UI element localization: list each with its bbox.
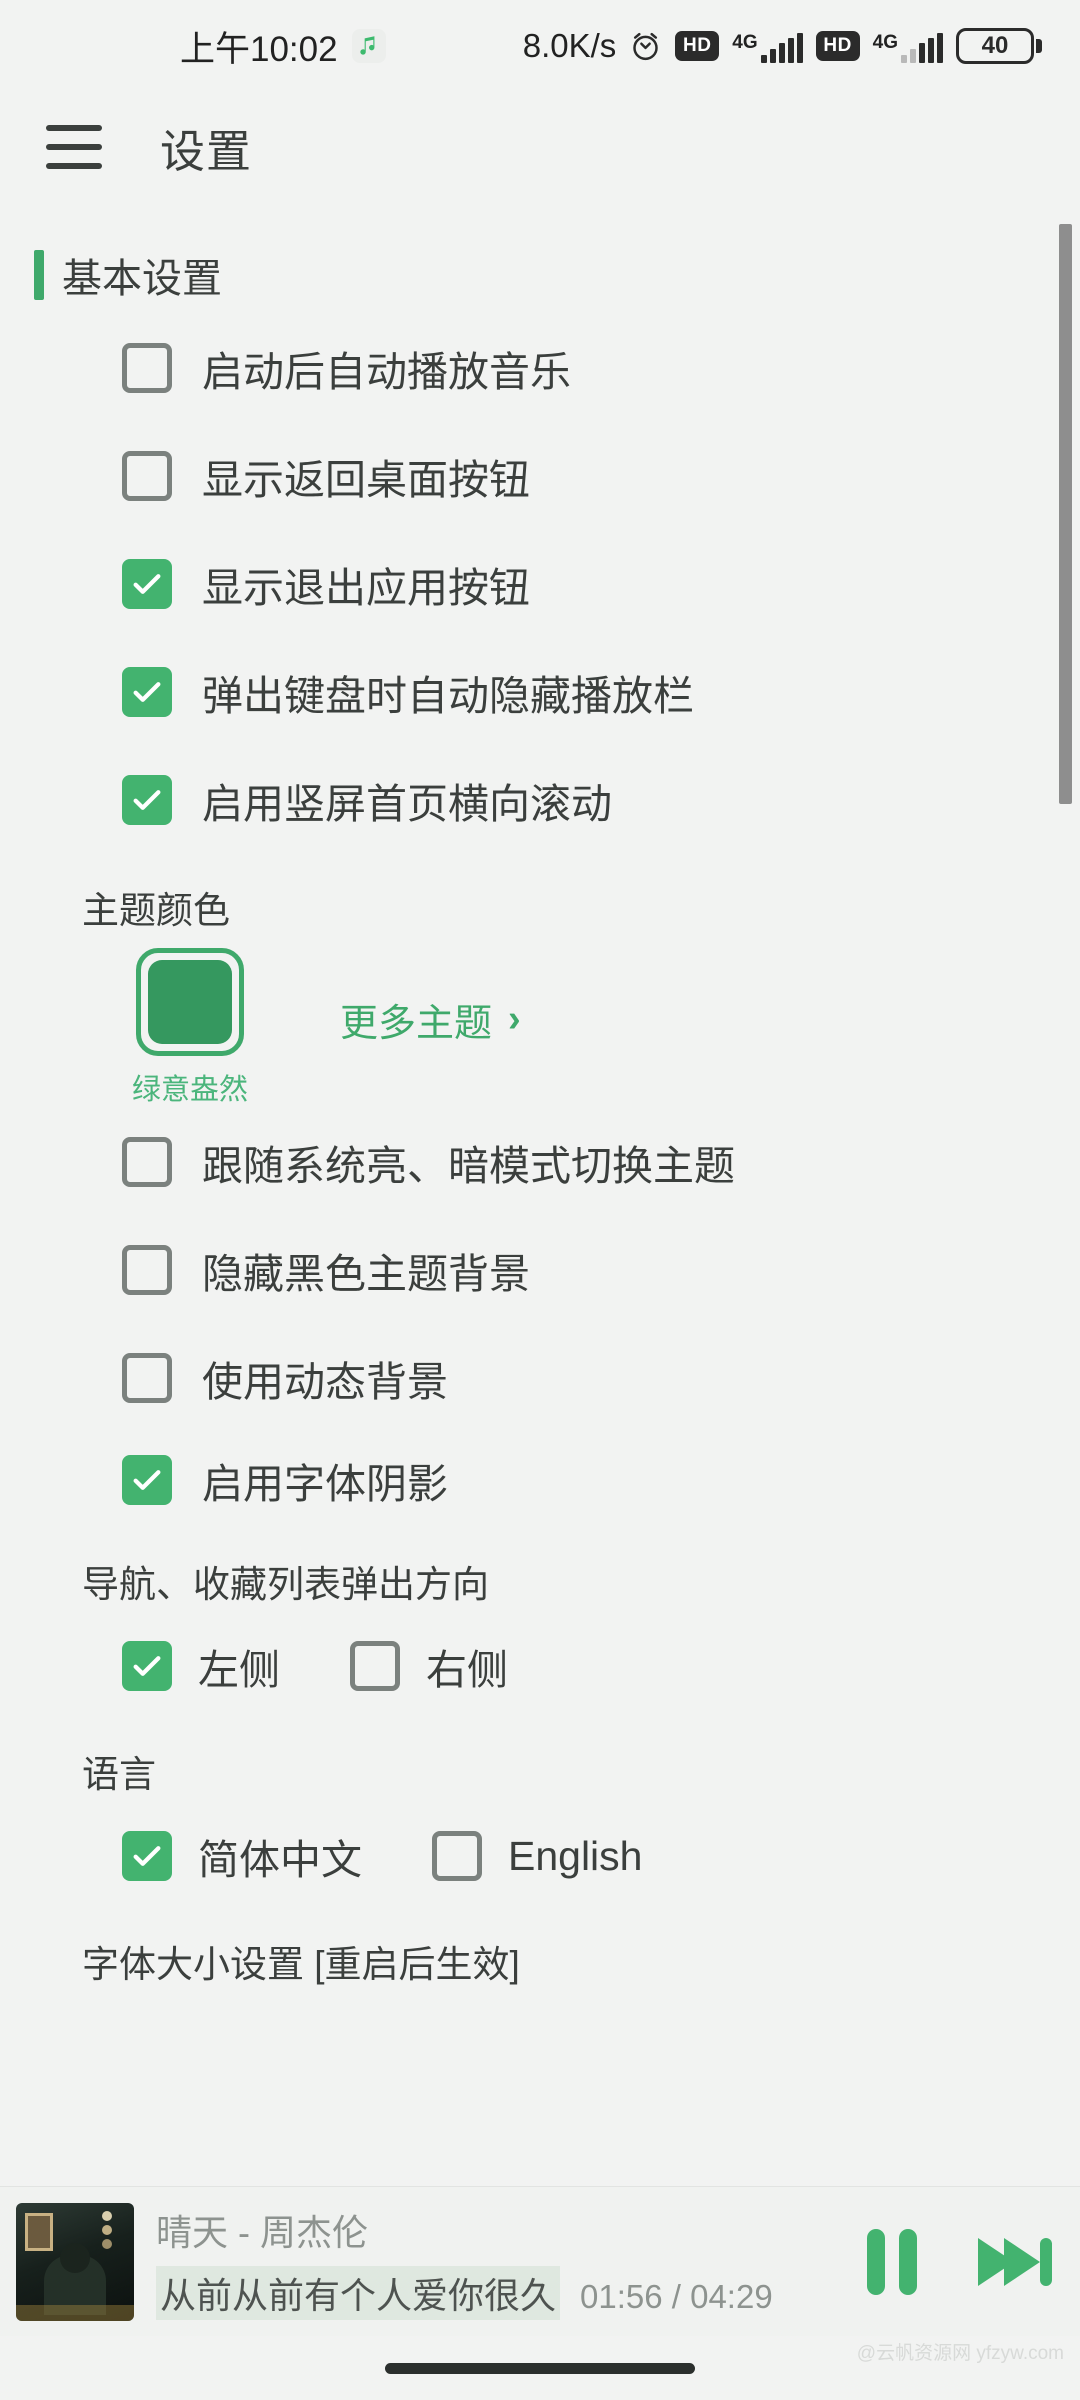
section-accent-bar xyxy=(34,250,44,300)
checkbox-checked-icon[interactable] xyxy=(122,559,172,609)
setting-row-autoplay[interactable]: 启动后自动播放音乐 xyxy=(0,314,1080,422)
option-language-english[interactable]: English xyxy=(432,1831,642,1881)
checkbox-unchecked-icon[interactable] xyxy=(122,1245,172,1295)
signal-sim1: 4G xyxy=(732,29,803,63)
setting-row-hide-playbar-on-keyboard[interactable]: 弹出键盘时自动隐藏播放栏 xyxy=(0,638,1080,746)
theme-swatch-label: 绿意盎然 xyxy=(132,1074,249,1106)
pause-icon[interactable] xyxy=(854,2224,930,2300)
player-controls xyxy=(854,2224,1058,2300)
theme-swatch-selected[interactable]: 绿意盎然 xyxy=(132,948,248,1108)
status-bar: 上午10:02 8.0K/s HD 4G HD 4G 40 xyxy=(0,0,1080,92)
next-track-icon[interactable] xyxy=(974,2224,1058,2300)
system-navigation-bar: @云帆资源网 yfzyw.com xyxy=(0,2336,1080,2400)
checkbox-checked-icon[interactable] xyxy=(122,667,172,717)
more-themes-link[interactable]: 更多主题 › xyxy=(340,992,521,1047)
setting-label: 弹出键盘时自动隐藏播放栏 xyxy=(202,673,694,719)
theme-color-area: 绿意盎然 更多主题 › xyxy=(0,948,1080,1108)
music-note-icon xyxy=(351,29,386,63)
setting-row-show-exit-button[interactable]: 显示退出应用按钮 xyxy=(0,530,1080,638)
setting-label: 启用字体阴影 xyxy=(202,1461,448,1507)
signal-bars-sim1 xyxy=(760,33,803,63)
hd-badge-sim1: HD xyxy=(675,31,720,61)
setting-label: 使用动态背景 xyxy=(202,1359,448,1405)
language-options: 简体中文 English xyxy=(0,1804,1080,1908)
album-art-lights-detail xyxy=(102,2210,112,2221)
theme-swatch-fill xyxy=(148,960,232,1044)
checkbox-unchecked-icon[interactable] xyxy=(122,1353,172,1403)
status-clock: 上午10:02 xyxy=(180,29,338,69)
popup-direction-options: 左侧 右侧 xyxy=(0,1614,1080,1718)
page-title: 设置 xyxy=(160,125,253,177)
battery-indicator: 40 xyxy=(956,28,1042,64)
album-art-frame-detail xyxy=(25,2212,53,2251)
chevron-right-icon: › xyxy=(508,998,521,1040)
checkbox-unchecked-icon[interactable] xyxy=(122,451,172,501)
group-label-theme-color: 主题颜色 xyxy=(82,890,230,931)
setting-row-hide-black-theme-bg[interactable]: 隐藏黑色主题背景 xyxy=(0,1216,1080,1324)
option-label: 左侧 xyxy=(198,1647,280,1693)
checkbox-checked-icon[interactable] xyxy=(122,775,172,825)
option-label: 右侧 xyxy=(426,1647,508,1693)
setting-row-show-home-button[interactable]: 显示返回桌面按钮 xyxy=(0,422,1080,530)
setting-row-portrait-horizontal-scroll[interactable]: 启用竖屏首页横向滚动 xyxy=(0,746,1080,854)
network-type-sim2: 4G xyxy=(872,32,898,53)
checkbox-unchecked-icon[interactable] xyxy=(122,343,172,393)
setting-row-follow-system-dark-mode[interactable]: 跟随系统亮、暗模式切换主题 xyxy=(0,1108,1080,1216)
group-label-font-size: 字体大小设置 [重启后生效] xyxy=(82,1944,520,1985)
setting-label: 跟随系统亮、暗模式切换主题 xyxy=(202,1143,735,1189)
checkbox-unchecked-icon[interactable] xyxy=(432,1831,482,1881)
album-cover-art[interactable] xyxy=(16,2202,134,2321)
section-title: 基本设置 xyxy=(62,257,222,301)
player-lyric-row: 从前从前有个人爱你很久 01:56 / 04:29 xyxy=(156,2265,828,2320)
watermark-text: @云帆资源网 yfzyw.com xyxy=(856,2343,1064,2364)
phone-screen: 上午10:02 8.0K/s HD 4G HD 4G 40 设置 基本设置 启动… xyxy=(0,0,1080,2400)
status-bar-right: 8.0K/s HD 4G HD 4G 40 xyxy=(523,27,1042,65)
checkbox-checked-icon[interactable] xyxy=(122,1831,172,1881)
app-bar: 设置 xyxy=(0,92,1080,202)
checkbox-checked-icon[interactable] xyxy=(122,1455,172,1505)
track-title: 晴天 - 周杰伦 xyxy=(156,2211,368,2253)
setting-label: 显示退出应用按钮 xyxy=(202,565,530,611)
setting-label: 启动后自动播放音乐 xyxy=(202,349,571,395)
setting-label: 启用竖屏首页横向滚动 xyxy=(202,781,612,827)
checkbox-unchecked-icon[interactable] xyxy=(122,1137,172,1187)
player-track-info[interactable]: 晴天 - 周杰伦 从前从前有个人爱你很久 01:56 / 04:29 xyxy=(156,2204,828,2320)
hd-badge-sim2: HD xyxy=(815,31,860,61)
setting-label: 隐藏黑色主题背景 xyxy=(202,1251,530,1297)
playback-time: 01:56 / 04:29 xyxy=(580,2277,773,2315)
battery-level: 40 xyxy=(956,28,1034,64)
more-themes-label: 更多主题 xyxy=(340,1003,493,1045)
album-art-caption-detail xyxy=(16,2304,134,2321)
scrollbar-thumb[interactable] xyxy=(1059,224,1072,804)
checkbox-checked-icon[interactable] xyxy=(122,1641,172,1691)
signal-sim2: 4G xyxy=(873,29,943,63)
battery-cap-icon xyxy=(1036,39,1042,53)
group-label-language: 语言 xyxy=(82,1754,156,1795)
theme-swatch-ring[interactable] xyxy=(136,948,244,1056)
home-gesture-pill[interactable] xyxy=(385,2362,695,2374)
checkbox-unchecked-icon[interactable] xyxy=(350,1641,400,1691)
alarm-clock-icon xyxy=(629,30,662,63)
option-language-chinese[interactable]: 简体中文 xyxy=(122,1826,362,1886)
settings-scroll-area[interactable]: 基本设置 启动后自动播放音乐 显示返回桌面按钮 显示退出应用按钮 弹出键盘时自动… xyxy=(0,202,1080,2186)
mini-player-bar[interactable]: 晴天 - 周杰伦 从前从前有个人爱你很久 01:56 / 04:29 xyxy=(0,2186,1080,2336)
option-popup-left[interactable]: 左侧 xyxy=(122,1636,280,1696)
option-label: 简体中文 xyxy=(198,1837,362,1883)
setting-row-font-shadow[interactable]: 启用字体阴影 xyxy=(0,1432,1080,1528)
section-header-basic: 基本设置 xyxy=(34,246,1080,304)
current-lyric: 从前从前有个人爱你很久 xyxy=(156,2265,561,2320)
group-label-popup-direction: 导航、收藏列表弹出方向 xyxy=(82,1564,489,1605)
signal-bars-sim2 xyxy=(901,33,943,63)
setting-label: 显示返回桌面按钮 xyxy=(202,457,530,503)
network-type-sim1: 4G xyxy=(732,32,758,53)
option-label: English xyxy=(508,1832,643,1879)
setting-row-dynamic-background[interactable]: 使用动态背景 xyxy=(0,1324,1080,1432)
hamburger-menu-icon[interactable] xyxy=(46,125,102,169)
album-art-head-detail xyxy=(60,2242,90,2273)
status-bar-left: 上午10:02 xyxy=(180,21,386,72)
network-speed: 8.0K/s xyxy=(522,27,617,64)
option-popup-right[interactable]: 右侧 xyxy=(350,1636,508,1696)
